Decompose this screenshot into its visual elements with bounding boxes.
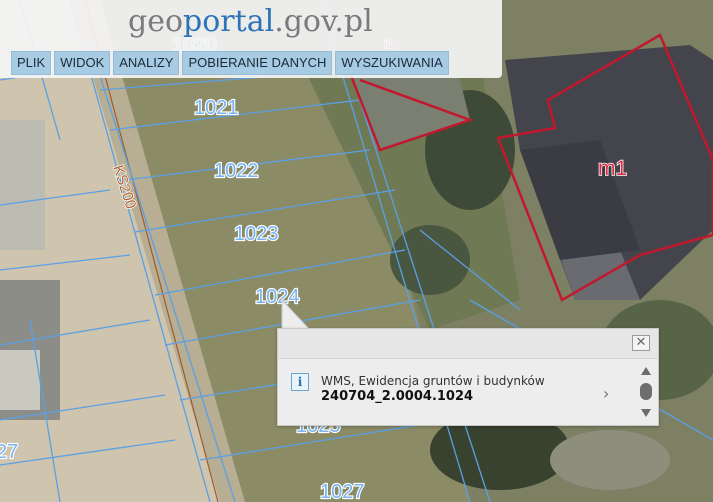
info-icon: i xyxy=(291,373,309,391)
menu-wyszukiwania[interactable]: WYSZUKIWANIA xyxy=(335,51,449,75)
main-menu: PLIK WIDOK ANALIZY POBIERANIE DANYCH WYS… xyxy=(11,51,449,75)
geoportal-logo[interactable]: geoportal.gov.pl xyxy=(128,2,373,42)
scroll-thumb[interactable] xyxy=(640,383,652,400)
popup-titlebar: ✕ xyxy=(278,329,658,359)
menu-widok[interactable]: WIDOK xyxy=(54,51,111,75)
parcel-label-1021: 1021 xyxy=(194,97,239,119)
popup-scrollbar[interactable] xyxy=(636,365,656,423)
feature-info-popup: ✕ i WMS, Ewidencja gruntów i budynków 24… xyxy=(277,328,659,426)
chevron-right-icon[interactable]: › xyxy=(603,384,609,403)
close-icon[interactable]: ✕ xyxy=(632,335,650,351)
logo-part-geo: geo xyxy=(128,4,184,39)
menu-analizy[interactable]: ANALIZY xyxy=(113,51,180,75)
parcel-label-1022: 1022 xyxy=(214,160,259,182)
scroll-up-icon[interactable] xyxy=(641,367,651,375)
menu-pobieranie-danych[interactable]: POBIERANIE DANYCH xyxy=(182,51,333,75)
popup-parcel-id[interactable]: 240704_2.0004.1024 xyxy=(321,389,473,404)
logo-part-portal: portal xyxy=(183,4,275,39)
parcel-label-1027: 1027 xyxy=(320,481,365,502)
menu-plik[interactable]: PLIK xyxy=(11,51,52,75)
scroll-down-icon[interactable] xyxy=(641,409,651,417)
logo-part-domain: .gov.pl xyxy=(274,4,373,39)
parcel-label-27: 27 xyxy=(0,441,18,463)
building-label-m1: m1 xyxy=(598,157,627,180)
header-panel: geoportal.gov.pl PLIK WIDOK ANALIZY POBI… xyxy=(0,0,502,78)
parcel-label-1023: 1023 xyxy=(234,223,279,245)
popup-layer-name: WMS, Ewidencja gruntów i budynków xyxy=(321,374,545,388)
